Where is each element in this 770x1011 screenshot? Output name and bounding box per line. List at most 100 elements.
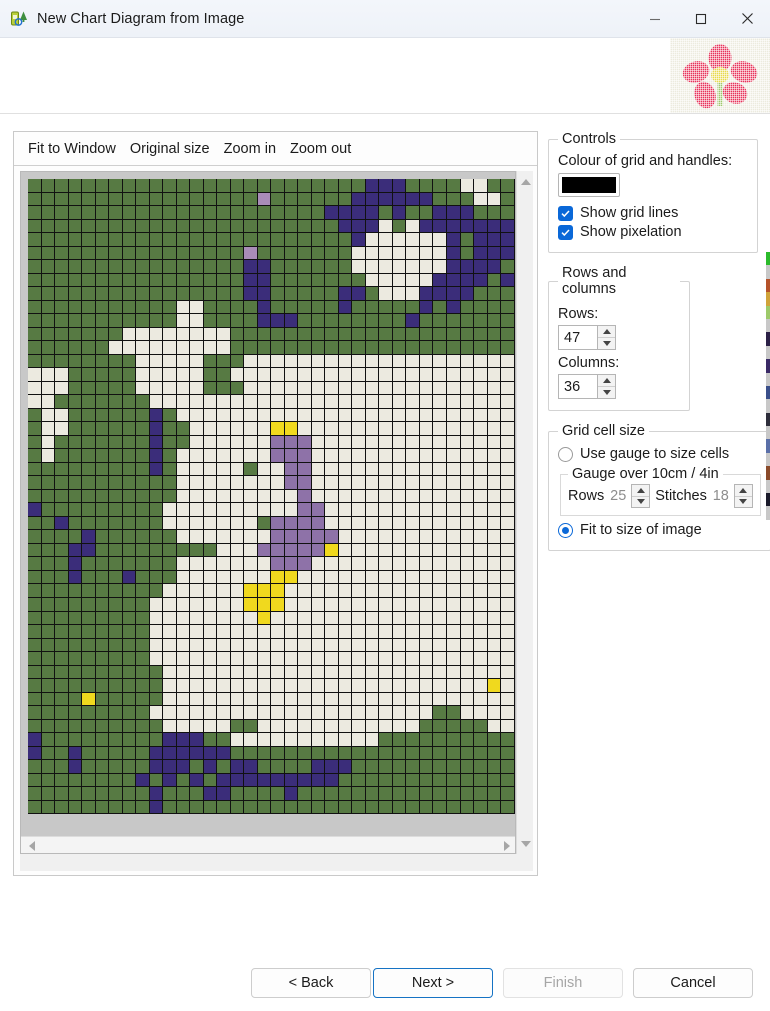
next-button[interactable]: Next > [373,968,493,998]
pixel-cell[interactable] [122,300,137,315]
pixel-cell[interactable] [203,206,218,220]
pixel-cell[interactable] [217,354,231,369]
pixel-cell[interactable] [28,287,42,301]
pixel-cell[interactable] [379,625,393,639]
pixel-cell[interactable] [109,611,123,626]
pixel-cell[interactable] [325,179,339,193]
pixel-cell[interactable] [41,341,56,355]
pixel-cell[interactable] [176,246,191,261]
pixel-cell[interactable] [501,692,515,707]
pixel-cell[interactable] [311,530,326,544]
pixel-cell[interactable] [501,354,515,369]
pixel-cell[interactable] [82,489,96,504]
pixel-cell[interactable] [365,503,380,517]
pixel-cell[interactable] [244,706,258,720]
pixel-cell[interactable] [298,787,312,801]
pixel-cell[interactable] [501,584,515,598]
pixel-cell[interactable] [338,422,353,436]
pixel-cell[interactable] [446,476,461,490]
pixel-cell[interactable] [487,760,502,774]
pixel-cell[interactable] [433,354,447,369]
pixel-cell[interactable] [68,273,83,288]
pixel-cell[interactable] [501,706,515,720]
pixel-cell[interactable] [95,530,110,544]
pixel-cell[interactable] [257,422,272,436]
pixel-cell[interactable] [136,449,150,463]
pixel-cell[interactable] [271,395,285,409]
pixel-cell[interactable] [419,692,434,707]
pixel-cell[interactable] [338,381,353,396]
pixel-cell[interactable] [311,719,326,734]
pixel-cell[interactable] [109,584,123,598]
pixel-cell[interactable] [244,381,258,396]
pixel-cell[interactable] [28,300,42,315]
pixel-cell[interactable] [244,341,258,355]
pixel-cell[interactable] [271,381,285,396]
rows-decrement-icon[interactable] [598,338,615,349]
pixel-cell[interactable] [501,422,515,436]
pixel-cell[interactable] [433,314,447,328]
pixel-cell[interactable] [352,706,366,720]
pixel-cell[interactable] [68,368,83,382]
pixel-cell[interactable] [244,733,258,747]
pixel-cell[interactable] [460,679,475,693]
pixel-cell[interactable] [419,800,434,815]
pixel-cell[interactable] [379,381,393,396]
pixel-cell[interactable] [203,327,218,342]
pixel-cell[interactable] [176,462,191,477]
pixel-cell[interactable] [325,597,339,612]
pixel-cell[interactable] [109,233,123,247]
pixel-cell[interactable] [271,787,285,801]
pixel-cell[interactable] [325,354,339,369]
pixel-cell[interactable] [136,260,150,274]
pixel-cell[interactable] [325,719,339,734]
pixel-cell[interactable] [230,233,245,247]
pixel-cell[interactable] [501,787,515,801]
pixel-cell[interactable] [203,395,218,409]
pixel-cell[interactable] [446,503,461,517]
pixel-cell[interactable] [68,584,83,598]
pixel-cell[interactable] [68,381,83,396]
pixel-cell[interactable] [55,692,69,707]
pixel-cell[interactable] [95,746,110,761]
pixel-cell[interactable] [149,760,164,774]
pixel-cell[interactable] [284,706,299,720]
pixel-cell[interactable] [325,233,339,247]
pixel-cell[interactable] [460,773,475,788]
pixel-cell[interactable] [122,395,137,409]
pixel-cell[interactable] [149,516,164,531]
pixel-cell[interactable] [419,503,434,517]
pixel-cell[interactable] [406,273,420,288]
pixel-cell[interactable] [271,570,285,585]
pixel-cell[interactable] [203,368,218,382]
pixel-cell[interactable] [433,179,447,193]
pixel-cell[interactable] [55,597,69,612]
pixel-cell[interactable] [446,760,461,774]
pixel-cell[interactable] [217,706,231,720]
pixel-cell[interactable] [122,543,137,558]
pixel-cell[interactable] [41,219,56,234]
pixel-cell[interactable] [365,746,380,761]
pixel-cell[interactable] [244,179,258,193]
pixel-cell[interactable] [392,638,407,653]
palette-swatch[interactable] [766,426,770,440]
pixel-cell[interactable] [419,476,434,490]
pixel-cell[interactable] [55,206,69,220]
pixel-cell[interactable] [95,327,110,342]
pixel-cell[interactable] [338,611,353,626]
pixel-cell[interactable] [501,192,515,207]
pixel-cell[interactable] [68,530,83,544]
pixel-cell[interactable] [352,625,366,639]
pixel-cell[interactable] [446,719,461,734]
pixel-cell[interactable] [392,773,407,788]
pixel-cell[interactable] [244,206,258,220]
pixel-cell[interactable] [365,273,380,288]
pixel-cell[interactable] [68,233,83,247]
pixel-cell[interactable] [41,503,56,517]
pixel-cell[interactable] [298,557,312,571]
pixel-cell[interactable] [365,692,380,707]
pixel-cell[interactable] [55,746,69,761]
pixel-cell[interactable] [163,287,177,301]
pixel-cell[interactable] [474,300,488,315]
pixel-cell[interactable] [163,179,177,193]
